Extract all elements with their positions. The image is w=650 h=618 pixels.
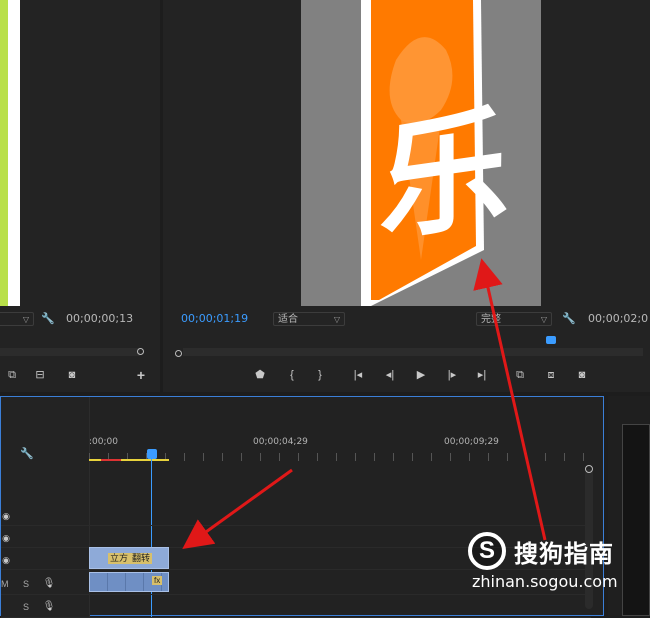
play-icon[interactable]: ▶ [413, 368, 429, 382]
frame-character: 乐 [379, 89, 510, 261]
track-solo-label[interactable]: S [23, 579, 29, 589]
quality-dropdown-value: 完整 [481, 314, 501, 325]
wrench-icon[interactable]: 🔧 [19, 447, 35, 461]
sogou-brand-text: 搜狗指南 [514, 540, 614, 568]
eye-icon[interactable]: ◉ [0, 531, 14, 545]
fx-badge[interactable]: fx [152, 576, 163, 585]
eye-icon[interactable]: ◉ [0, 509, 14, 523]
video-clip[interactable]: 立方 翻转 [89, 547, 169, 569]
program-scrub-bar[interactable] [183, 348, 643, 356]
add-marker-icon[interactable]: ⬟ [252, 368, 268, 382]
track-row-v3[interactable] [1, 503, 591, 526]
sogou-logo-letter: S [478, 537, 495, 564]
step-back-icon[interactable]: ◂| [382, 368, 398, 382]
audio-clip[interactable]: fx [89, 572, 169, 592]
sogou-logo-icon: S [468, 532, 506, 570]
timeline-playhead-head[interactable] [147, 449, 157, 459]
mark-out-icon[interactable]: } [312, 368, 328, 382]
source-zoom-dropdown[interactable]: ▽ [0, 312, 34, 326]
scrollbar-top-handle[interactable] [585, 465, 593, 473]
overwrite-icon[interactable]: ⊟ [32, 368, 48, 382]
transition-label-cube[interactable]: 立方 [108, 553, 131, 564]
program-current-time[interactable]: 00;00;01;19 [181, 312, 248, 325]
mark-in-icon[interactable]: { [284, 368, 300, 382]
add-button-icon[interactable]: + [133, 368, 149, 382]
microphone-icon[interactable]: 🎙 [41, 600, 57, 614]
source-scrub-end-handle[interactable] [137, 348, 144, 355]
extract-icon[interactable]: ⧈ [543, 368, 559, 382]
go-to-in-icon[interactable]: |◂ [350, 368, 366, 382]
program-playhead-marker[interactable] [546, 336, 556, 344]
insert-icon[interactable]: ⧉ [4, 368, 20, 382]
microphone-icon[interactable]: 🎙 [41, 577, 57, 591]
camera-icon[interactable]: ◙ [64, 368, 80, 382]
ruler-label-2: 00;00;09;29 [444, 437, 499, 447]
chevron-down-icon: ▽ [22, 315, 29, 324]
chevron-down-icon: ▽ [540, 315, 547, 324]
track-mute-label[interactable]: M [1, 579, 9, 589]
lift-icon[interactable]: ⧉ [512, 368, 528, 382]
chevron-down-icon: ▽ [333, 315, 340, 324]
quality-dropdown[interactable]: 完整 ▽ [476, 312, 552, 326]
wrench-icon[interactable]: 🔧 [561, 312, 577, 326]
program-video-frame: 乐 [301, 0, 541, 306]
source-scrub-bar[interactable] [0, 348, 140, 356]
source-frame-green-edge [0, 0, 8, 306]
source-timecode: 00;00;00;13 [66, 312, 134, 325]
ruler-label-1: 00;00;04;29 [253, 437, 308, 447]
sogou-watermark: S 搜狗指南 zhinan.sogou.com [466, 528, 650, 592]
fit-dropdown[interactable]: 适合 ▽ [273, 312, 345, 326]
program-scrub-start-handle[interactable] [175, 350, 182, 357]
work-area-bar-red [101, 459, 121, 461]
eye-icon[interactable]: ◉ [0, 553, 14, 567]
wrench-icon[interactable]: 🔧 [40, 312, 56, 326]
step-forward-icon[interactable]: |▸ [444, 368, 460, 382]
sogou-url-text: zhinan.sogou.com [472, 572, 618, 591]
export-frame-icon[interactable]: ◙ [574, 368, 590, 382]
program-duration: 00;00;02;0 [588, 312, 649, 325]
program-monitor-panel: 乐 00;00;01;19 适合 ▽ 完整 ▽ 🔧 00;00;02;0 ⬟ {… [163, 0, 650, 392]
go-to-out-icon[interactable]: ▸| [474, 368, 490, 382]
track-row-a2[interactable] [1, 595, 591, 618]
track-solo-label-2[interactable]: S [23, 602, 29, 612]
source-monitor-panel: ▽ 🔧 00;00;00;13 ⧉ ⊟ ◙ + [0, 0, 160, 392]
fit-dropdown-value: 适合 [278, 314, 298, 325]
transition-label-flip[interactable]: 翻转 [130, 553, 153, 564]
ruler-label-0: :00;00 [89, 437, 118, 447]
